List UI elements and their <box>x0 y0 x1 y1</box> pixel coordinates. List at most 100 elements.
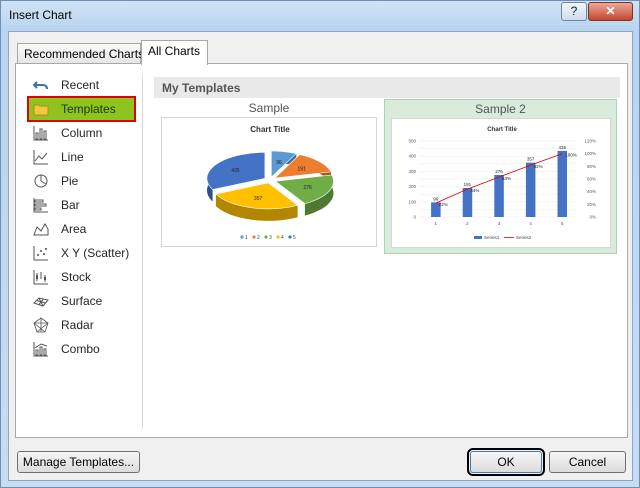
data-label: 96 <box>276 160 282 166</box>
template-sample[interactable]: Sample Chart Title 96 191 276 357 435 1 2 3 4 5 <box>159 99 379 254</box>
sidebar-item-label: Recent <box>61 78 100 92</box>
sidebar-item-label: Templates <box>61 102 116 116</box>
undo-icon <box>33 81 48 90</box>
sidebar-item-pie[interactable]: Pie <box>29 170 134 192</box>
help-button[interactable]: ? <box>561 2 587 21</box>
sidebar-item-bar[interactable]: Bar <box>29 194 134 216</box>
x-tick-label: 1 <box>435 221 438 226</box>
dialog-body: Recommended Charts All Charts Recent Tem… <box>8 31 633 481</box>
sidebar-divider <box>142 74 143 429</box>
tab-panel: Recent Templates Column Line Pie Bar Are… <box>15 63 628 438</box>
title-bar[interactable]: Insert Chart ? ✕ <box>1 1 639 31</box>
y-tick-label: 100 <box>408 199 416 204</box>
data-label: 191 <box>464 182 472 187</box>
sidebar-item-label: Bar <box>61 198 80 212</box>
sidebar-item-recent[interactable]: Recent <box>29 74 134 96</box>
chart-title: Chart Title <box>250 125 290 134</box>
y-tick-label: 300 <box>408 169 416 174</box>
chart-type-sidebar: Recent Templates Column Line Pie Bar Are… <box>16 64 142 437</box>
bar <box>494 175 504 217</box>
sidebar-item-column[interactable]: Column <box>29 122 134 144</box>
data-label: 191 <box>298 166 307 172</box>
template-preview: Chart Title 0 100 200 300 400 500 0% 20% 40% 60% 80… <box>391 118 611 248</box>
combo-chart-icon <box>33 342 48 357</box>
pie-chart-icon <box>34 174 48 188</box>
sidebar-item-combo[interactable]: Combo <box>29 338 134 360</box>
x-tick-label: 4 <box>529 221 532 226</box>
sidebar-item-label: Stock <box>61 270 92 284</box>
y-tick-label: 400 <box>408 154 416 159</box>
chart-title: Chart Title <box>487 127 517 133</box>
folder-icon <box>33 104 49 116</box>
scatter-chart-icon <box>33 246 48 261</box>
y2-tick-label: 40% <box>587 189 596 194</box>
legend-marker <box>264 235 268 239</box>
close-button[interactable]: ✕ <box>588 2 633 21</box>
sidebar-item-radar[interactable]: Radar <box>29 314 134 336</box>
tab-recommended-charts[interactable]: Recommended Charts <box>17 43 144 64</box>
data-label: 435 <box>231 168 240 174</box>
legend-entry: Series2 <box>516 235 532 240</box>
legend-marker <box>240 235 244 239</box>
y2-tick-label: 80% <box>587 164 596 169</box>
section-header: My Templates <box>154 77 620 98</box>
sidebar-item-stock[interactable]: Stock <box>29 266 134 288</box>
template-preview: Chart Title 96 191 276 357 435 1 2 3 4 5 <box>161 117 377 247</box>
legend-marker <box>252 235 256 239</box>
x-tick-label: 2 <box>466 221 469 226</box>
legend-entry: 2 <box>257 235 260 241</box>
y2-tick-label: 100% <box>584 151 596 156</box>
legend-marker-bars <box>474 236 482 239</box>
sidebar-item-line[interactable]: Line <box>29 146 134 168</box>
sidebar-item-templates[interactable]: Templates <box>27 96 136 122</box>
data-label: 276 <box>303 185 312 191</box>
legend-entry: 4 <box>281 235 284 241</box>
sidebar-item-scatter[interactable]: X Y (Scatter) <box>29 242 134 264</box>
stock-chart-icon <box>33 270 48 285</box>
y-tick-label: 200 <box>408 184 416 189</box>
line-data-label: 100% <box>565 153 577 158</box>
tab-all-charts[interactable]: All Charts <box>141 40 208 65</box>
insert-chart-dialog: Insert Chart ? ✕ Recommended Charts All … <box>0 0 640 488</box>
manage-templates-button[interactable]: Manage Templates... <box>17 451 140 473</box>
sidebar-item-surface[interactable]: Surface <box>29 290 134 312</box>
legend-marker <box>288 235 292 239</box>
data-label: 357 <box>254 196 263 202</box>
x-tick-label: 5 <box>561 221 564 226</box>
template-name: Sample <box>248 101 290 115</box>
bar <box>557 150 567 217</box>
template-sample-2[interactable]: Sample 2 Chart Title 0 100 200 300 400 500 0% 20… <box>384 99 617 254</box>
sidebar-item-label: Area <box>61 222 87 236</box>
line-chart-icon <box>33 150 48 165</box>
data-label: 357 <box>527 157 535 162</box>
sidebar-item-label: Radar <box>61 318 94 332</box>
sidebar-item-label: Combo <box>61 342 100 356</box>
cancel-button[interactable]: Cancel <box>549 451 626 473</box>
ok-button[interactable]: OK <box>467 448 545 476</box>
sidebar-item-area[interactable]: Area <box>29 218 134 240</box>
x-tick-label: 3 <box>498 221 501 226</box>
area-chart-icon <box>33 223 49 236</box>
radar-chart-icon <box>33 317 49 333</box>
bar <box>525 162 536 217</box>
line-data-label: 44% <box>470 188 479 193</box>
line-data-label: 22% <box>439 202 448 207</box>
surface-chart-icon <box>33 297 49 307</box>
y2-tick-label: 0% <box>589 215 596 220</box>
data-label: 435 <box>558 145 566 150</box>
template-name: Sample 2 <box>475 102 526 116</box>
legend-entry: 3 <box>269 235 272 241</box>
bar-chart-icon <box>33 198 48 213</box>
y2-tick-label: 120% <box>584 139 596 144</box>
data-label: 96 <box>433 196 439 201</box>
sidebar-item-label: Pie <box>61 174 79 188</box>
data-label: 276 <box>495 169 503 174</box>
legend-entry: 1 <box>245 235 248 241</box>
sidebar-item-label: Column <box>61 126 103 140</box>
line-data-label: 63% <box>502 176 511 181</box>
line-data-label: 82% <box>534 164 543 169</box>
window-title: Insert Chart <box>9 8 72 22</box>
combo-chart-preview: Chart Title 0 100 200 300 400 500 0% 20% 40% 60% 80… <box>408 127 596 240</box>
pie-chart-preview: Chart Title 96 191 276 357 435 1 2 3 4 5 <box>206 125 334 241</box>
sidebar-item-label: Line <box>61 150 84 164</box>
